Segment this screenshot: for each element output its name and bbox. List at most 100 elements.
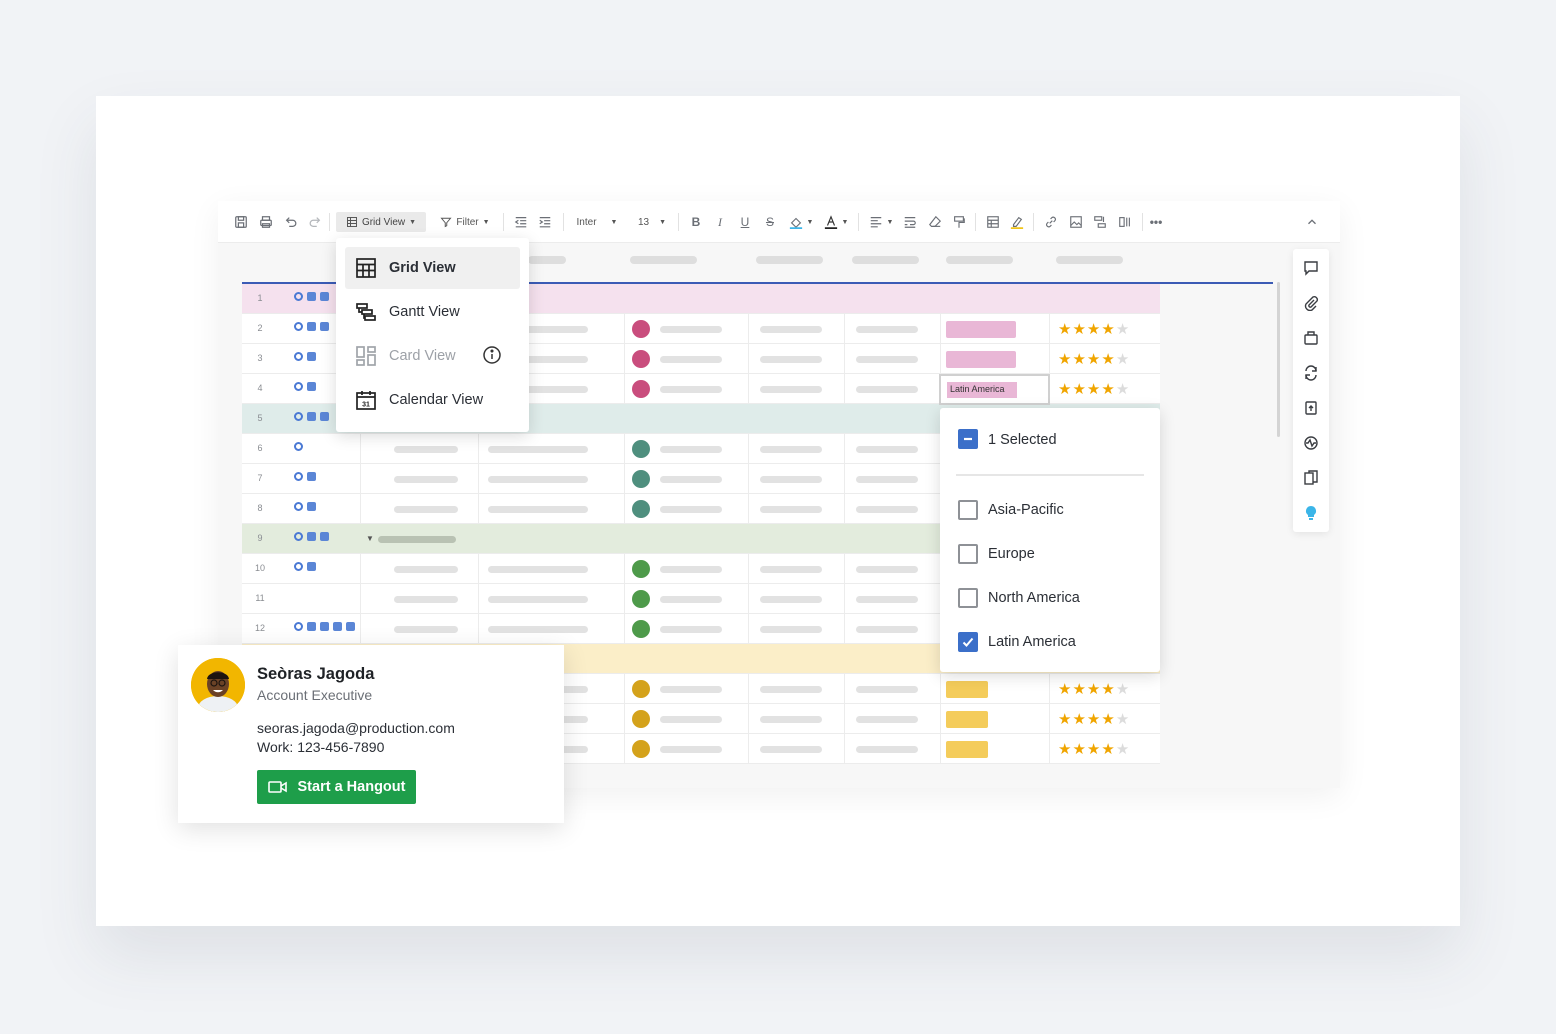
table-icon[interactable] [986, 213, 1000, 231]
mention-icon[interactable] [294, 412, 303, 421]
redo-icon[interactable] [308, 213, 322, 231]
menu-item-calendar-view[interactable]: 31 Calendar View [345, 379, 520, 421]
checkbox-asia-pacific[interactable] [958, 500, 978, 520]
contact-email[interactable]: seoras.jagoda@production.com [257, 720, 455, 736]
font-size-select[interactable]: 13 ▼ [634, 213, 670, 231]
attachment-icon[interactable] [320, 532, 329, 541]
start-hangout-button[interactable]: Start a Hangout [257, 770, 416, 804]
region-tag[interactable] [946, 741, 988, 758]
attachment-icon[interactable] [320, 412, 329, 421]
comment-icon[interactable] [307, 292, 316, 301]
collapse-toolbar-icon[interactable] [1305, 213, 1319, 231]
selected-cell[interactable]: Latin America [939, 374, 1050, 405]
rating-stars[interactable]: ★★★★★ [1058, 710, 1130, 728]
attachment-icon[interactable] [320, 622, 329, 631]
checkbox-latin-america[interactable] [958, 632, 978, 652]
attachment-icon[interactable] [1303, 295, 1319, 312]
update-requests-icon[interactable] [1303, 365, 1319, 381]
comment-icon[interactable] [307, 412, 316, 421]
checkbox-north-america[interactable] [958, 588, 978, 608]
region-tag[interactable] [946, 351, 1016, 368]
column-header[interactable] [528, 256, 566, 264]
menu-item-grid-view[interactable]: Grid View [345, 247, 520, 289]
reminder-icon[interactable] [346, 622, 355, 631]
save-icon[interactable] [234, 213, 248, 231]
strikethrough-icon[interactable]: S [763, 213, 777, 231]
comment-icon[interactable] [307, 562, 316, 571]
menu-item-card-view[interactable]: Card View [345, 335, 520, 377]
comment-icon[interactable] [307, 622, 316, 631]
comment-icon[interactable] [307, 502, 316, 511]
text-color-button[interactable]: ▼ [821, 213, 851, 231]
comment-icon[interactable] [307, 472, 316, 481]
mention-icon[interactable] [294, 532, 303, 541]
highlight-icon[interactable] [1010, 213, 1024, 231]
column-header[interactable] [852, 256, 919, 264]
format-painter-icon[interactable] [952, 213, 966, 231]
indent-icon[interactable] [538, 213, 552, 231]
mention-icon[interactable] [294, 322, 303, 331]
row-number: 11 [255, 593, 265, 603]
region-tag[interactable] [946, 711, 988, 728]
mention-icon[interactable] [294, 292, 303, 301]
rating-stars[interactable]: ★★★★★ [1058, 320, 1130, 338]
bold-icon[interactable]: B [689, 213, 703, 231]
view-switcher-button[interactable]: Grid View ▼ [336, 212, 426, 232]
comment-icon[interactable] [307, 352, 316, 361]
collapse-group-icon[interactable]: ▼ [366, 534, 374, 543]
wrap-text-icon[interactable] [903, 213, 917, 231]
region-tag[interactable] [946, 321, 1016, 338]
attachment-icon[interactable] [320, 322, 329, 331]
more-icon[interactable]: ••• [1149, 213, 1163, 231]
cell-divider [940, 704, 941, 734]
summary-icon[interactable] [1303, 470, 1319, 486]
comment-icon[interactable] [1303, 260, 1319, 276]
column-header[interactable] [630, 256, 697, 264]
italic-icon[interactable]: I [713, 213, 727, 231]
align-button[interactable]: ▼ [866, 213, 896, 231]
print-icon[interactable] [259, 213, 273, 231]
rating-stars[interactable]: ★★★★★ [1058, 740, 1130, 758]
region-tag[interactable] [946, 681, 988, 698]
mention-icon[interactable] [294, 622, 303, 631]
undo-icon[interactable] [284, 213, 298, 231]
checkbox-europe[interactable] [958, 544, 978, 564]
select-all-checkbox[interactable] [958, 429, 978, 449]
comment-icon[interactable] [307, 322, 316, 331]
publish-icon[interactable] [1303, 400, 1319, 416]
eraser-icon[interactable] [928, 213, 942, 231]
link-icon[interactable] [1044, 213, 1058, 231]
rating-stars[interactable]: ★★★★★ [1058, 380, 1130, 398]
attachment-icon[interactable] [320, 292, 329, 301]
row-action-icons [294, 352, 316, 361]
rating-stars[interactable]: ★★★★★ [1058, 350, 1130, 368]
sort-icon[interactable] [1093, 213, 1107, 231]
column-header[interactable] [1056, 256, 1123, 264]
comment-icon[interactable] [307, 532, 316, 541]
activity-log-icon[interactable] [1303, 435, 1319, 451]
proof-icon[interactable] [1303, 330, 1319, 346]
vertical-scrollbar[interactable] [1277, 282, 1280, 437]
mention-icon[interactable] [294, 352, 303, 361]
columns-icon[interactable] [1118, 213, 1132, 231]
mention-icon[interactable] [294, 472, 303, 481]
rating-stars[interactable]: ★★★★★ [1058, 680, 1130, 698]
fill-color-button[interactable]: ▼ [786, 213, 816, 231]
mention-icon[interactable] [294, 442, 303, 451]
comment-icon[interactable] [307, 382, 316, 391]
column-header[interactable] [756, 256, 823, 264]
column-header[interactable] [946, 256, 1013, 264]
info-icon[interactable] [482, 345, 502, 365]
cell-placeholder [660, 686, 722, 693]
image-icon[interactable] [1069, 213, 1083, 231]
mention-icon[interactable] [294, 502, 303, 511]
menu-item-gantt-view[interactable]: Gantt View [345, 291, 520, 333]
outdent-icon[interactable] [514, 213, 528, 231]
mention-icon[interactable] [294, 382, 303, 391]
attachment-icon[interactable] [333, 622, 342, 631]
mention-icon[interactable] [294, 562, 303, 571]
underline-icon[interactable]: U [738, 213, 752, 231]
filter-button[interactable]: Filter ▼ [435, 213, 495, 231]
font-family-select[interactable]: Inter ▼ [574, 213, 620, 231]
lightbulb-icon[interactable] [1303, 505, 1319, 521]
